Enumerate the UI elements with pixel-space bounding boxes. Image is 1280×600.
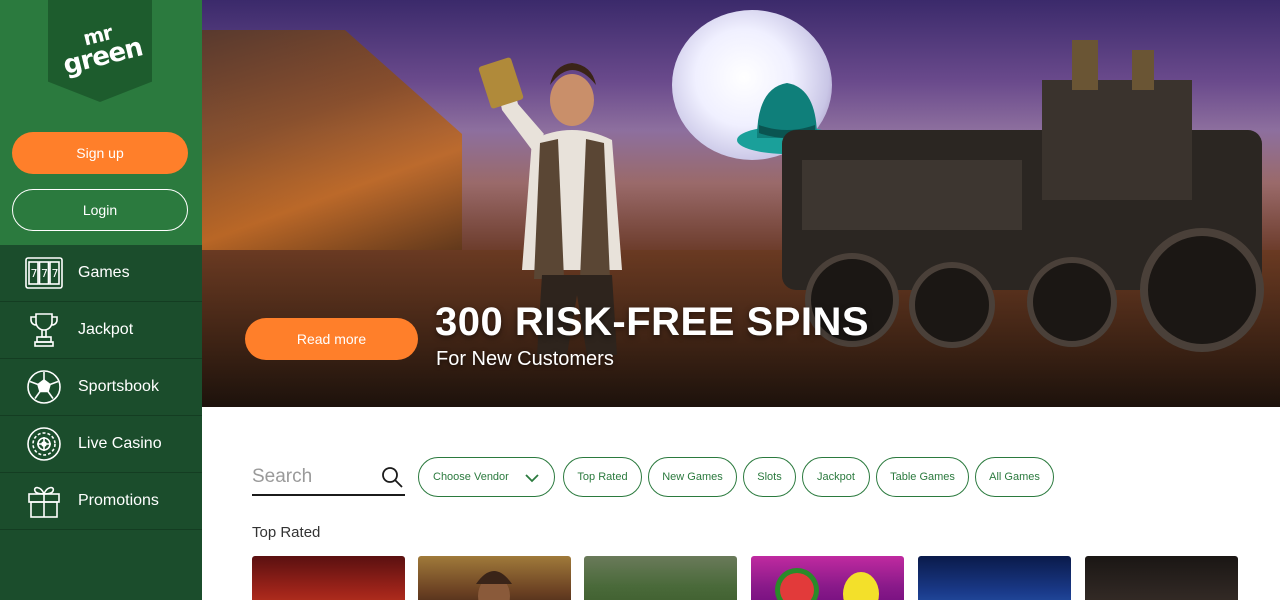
search-input[interactable] <box>252 462 372 492</box>
sidebar-item-jackpot[interactable]: Jackpot <box>0 302 202 359</box>
slot-machine-icon: 7 7 7 <box>24 253 64 293</box>
filter-chip-slots[interactable]: Slots <box>743 457 796 497</box>
login-button[interactable]: Login <box>12 189 188 231</box>
soccer-ball-icon <box>24 367 64 407</box>
search-icon[interactable] <box>381 466 403 488</box>
sidebar-item-label: Games <box>78 264 130 281</box>
vendor-dropdown-label: Choose Vendor <box>433 471 509 483</box>
filter-chip-new-games[interactable]: New Games <box>648 457 737 497</box>
game-tile[interactable] <box>1085 556 1238 600</box>
sidebar-item-label: Live Casino <box>78 435 162 452</box>
hero-title: 300 RISK-FREE SPINS <box>435 300 870 344</box>
sidebar-header: mr green Sign up Login <box>0 0 202 245</box>
svg-text:7: 7 <box>41 267 48 280</box>
roulette-icon <box>24 424 64 464</box>
sidebar-item-label: Sportsbook <box>78 378 159 395</box>
vendor-dropdown[interactable]: Choose Vendor <box>418 457 555 497</box>
sidebar-item-label: Jackpot <box>78 321 134 338</box>
filter-chip-table-games[interactable]: Table Games <box>876 457 969 497</box>
gift-icon <box>24 481 64 521</box>
sidebar-item-promotions[interactable]: Promotions <box>0 473 202 530</box>
hero-banner[interactable]: Read more 300 RISK-FREE SPINS For New Cu… <box>202 0 1280 407</box>
game-tile[interactable] <box>751 556 904 600</box>
filter-chip-top-rated[interactable]: Top Rated <box>563 457 642 497</box>
game-tile[interactable] <box>418 556 571 600</box>
sidebar-item-sportsbook[interactable]: Sportsbook <box>0 359 202 416</box>
sidebar-nav: 7 7 7 Games Jackpot Sportsbook Live Casi… <box>0 245 202 530</box>
signup-button[interactable]: Sign up <box>12 132 188 174</box>
game-tile[interactable] <box>584 556 737 600</box>
game-tile[interactable] <box>918 556 1071 600</box>
sidebar: mr green Sign up Login 7 7 7 Games Jackp… <box>0 0 202 600</box>
trophy-icon <box>24 310 64 350</box>
chevron-down-icon <box>524 470 540 486</box>
svg-text:7: 7 <box>52 267 59 280</box>
read-more-button[interactable]: Read more <box>245 318 418 360</box>
game-tile[interactable] <box>252 556 405 600</box>
brand-logo[interactable]: mr green <box>48 0 152 102</box>
filter-chip-jackpot[interactable]: Jackpot <box>802 457 870 497</box>
filter-chip-all-games[interactable]: All Games <box>975 457 1054 497</box>
section-title: Top Rated <box>252 524 321 541</box>
search-box <box>252 458 405 496</box>
sidebar-item-live-casino[interactable]: Live Casino <box>0 416 202 473</box>
svg-text:7: 7 <box>31 267 38 280</box>
sidebar-item-games[interactable]: 7 7 7 Games <box>0 245 202 302</box>
sidebar-item-label: Promotions <box>78 492 159 509</box>
hero-subtitle: For New Customers <box>436 348 614 370</box>
page: mr green Sign up Login 7 7 7 Games Jackp… <box>0 0 1280 600</box>
logo-text: mr green <box>56 15 145 81</box>
